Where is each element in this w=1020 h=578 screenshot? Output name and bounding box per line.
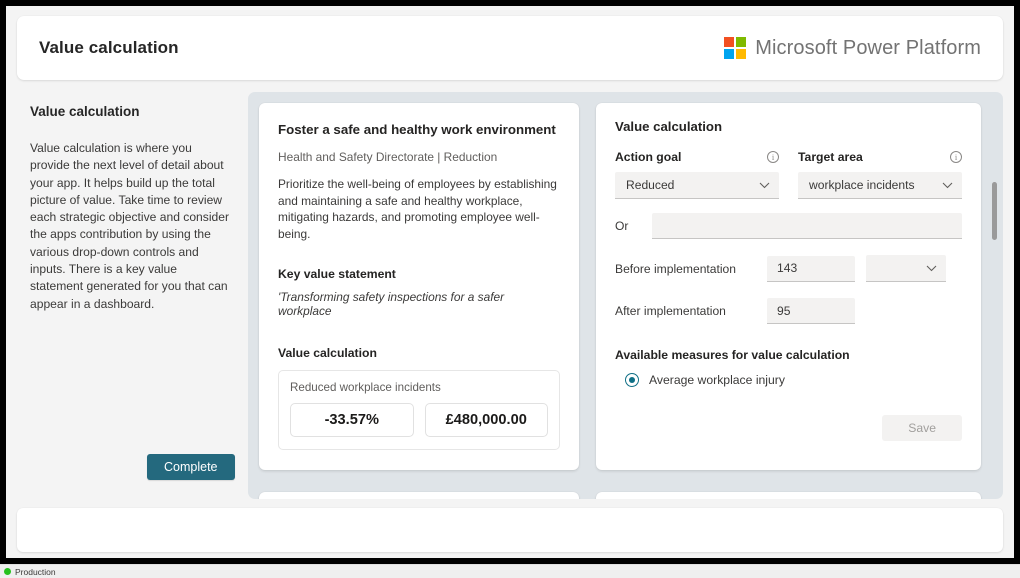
footer-card [17,508,1003,552]
vertical-scrollbar-thumb[interactable] [992,182,997,240]
action-goal-label-row: Action goal i [615,150,779,164]
info-icon[interactable]: i [950,151,962,163]
objective-row: Implement Technology-Driven Automation f… [259,492,981,499]
brand-name: Microsoft Power Platform [755,37,981,60]
body-row: Value calculation Value calculation is w… [17,92,1003,499]
action-goal-dropdown[interactable]: Reduced [615,172,779,199]
before-implementation-row: Before implementation [615,255,962,282]
environment-label: Production [15,567,56,577]
objective-card: Foster a safe and healthy work environme… [259,103,579,470]
or-input[interactable] [652,213,962,239]
left-info-pane: Value calculation Value calculation is w… [17,92,248,499]
objective-row: Foster a safe and healthy work environme… [259,103,981,470]
calc-amount-value: £480,000.00 [425,403,549,437]
save-row: Save [615,415,962,441]
value-calculation-result-box: Reduced workplace incidents -33.57% £480… [278,370,560,450]
objective-subtitle: Health and Safety Directorate | Reductio… [278,150,560,164]
status-dot-icon [4,568,11,575]
value-panel-title: Value calculation [615,119,962,134]
after-implementation-row: After implementation [615,298,962,324]
after-implementation-input[interactable] [767,298,855,324]
save-button[interactable]: Save [882,415,962,441]
objectives-scrollport: Foster a safe and healthy work environme… [248,92,1003,499]
or-label: Or [615,219,639,233]
before-implementation-input[interactable] [767,256,855,282]
target-area-dropdown[interactable]: workplace incidents [798,172,962,199]
complete-button[interactable]: Complete [147,454,235,480]
target-area-value: workplace incidents [809,178,915,192]
page-title: Value calculation [39,38,179,58]
chevron-down-icon [942,182,953,189]
measure-radio-row[interactable]: Average workplace injury [615,373,962,387]
value-calculation-panel: Value calculation [596,492,981,499]
radio-selected-icon[interactable] [625,373,639,387]
goal-area-field-grid: Action goal i Reduced [615,150,962,199]
calc-result-values: -33.57% £480,000.00 [290,403,548,437]
microsoft-logo-icon [724,37,746,59]
objective-card: Implement Technology-Driven Automation f… [259,492,579,499]
action-goal-value: Reduced [626,178,674,192]
status-bar: Production [0,564,1020,578]
or-row: Or [615,213,962,239]
left-pane-title: Value calculation [30,104,230,119]
objectives-scroll-pane: Foster a safe and healthy work environme… [248,92,1003,499]
vertical-scrollbar[interactable] [992,106,997,486]
target-area-label-row: Target area i [798,150,962,164]
available-measures-heading: Available measures for value calculation [615,348,962,362]
chevron-down-icon [926,265,937,272]
measure-option-label: Average workplace injury [649,373,785,387]
action-goal-field: Action goal i Reduced [615,150,779,199]
page-header: Value calculation Microsoft Power Platfo… [17,16,1003,80]
calc-percent-value: -33.57% [290,403,414,437]
objective-description: Prioritize the well-being of employees b… [278,176,560,242]
before-implementation-label: Before implementation [615,262,767,276]
app-canvas: Value calculation Microsoft Power Platfo… [6,6,1014,558]
key-value-heading: Key value statement [278,267,560,281]
calc-result-label: Reduced workplace incidents [290,381,548,394]
action-goal-label: Action goal [615,150,681,164]
target-area-field: Target area i workplace incidents [798,150,962,199]
key-value-statement: 'Transforming safety inspections for a s… [278,290,560,318]
after-implementation-label: After implementation [615,304,767,318]
value-calculation-panel: Value calculation Action goal i Reduced [596,103,981,470]
chevron-down-icon [759,182,770,189]
brand-lockup: Microsoft Power Platform [724,37,981,60]
objective-title: Foster a safe and healthy work environme… [278,121,560,138]
target-area-label: Target area [798,150,863,164]
left-pane-description: Value calculation is where you provide t… [30,140,230,313]
before-implementation-unit-dropdown[interactable] [866,255,946,282]
info-icon[interactable]: i [767,151,779,163]
value-calculation-heading: Value calculation [278,346,560,360]
